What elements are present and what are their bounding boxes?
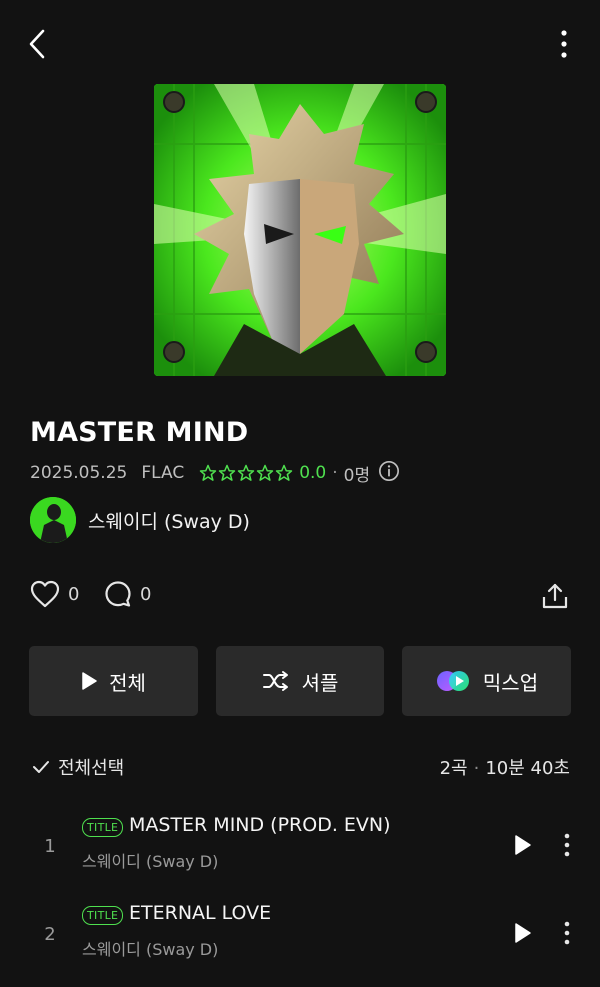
track-number: 2 (44, 924, 56, 945)
chevron-left-icon (29, 29, 45, 59)
select-all-button[interactable]: 전체선택 (32, 754, 124, 780)
track-artist: 스웨이디 (Sway D) (82, 940, 219, 959)
release-date: 2025.05.25 (30, 463, 128, 483)
track-more-button[interactable] (556, 919, 578, 947)
rating-value: 0.0 (299, 463, 327, 483)
select-all-label: 전체선택 (58, 758, 125, 779)
shuffle-icon (262, 671, 288, 691)
check-icon (33, 761, 49, 773)
title-track-badge: TITLE (82, 906, 124, 925)
vertical-dots-icon (564, 833, 570, 857)
album-title: MASTER MIND (30, 417, 249, 448)
track-more-button[interactable] (556, 831, 578, 859)
separator-dot: · (332, 463, 338, 483)
social-actions: 0 0 (30, 580, 570, 612)
play-icon (515, 835, 531, 855)
rating-stars[interactable] (199, 464, 293, 482)
heart-icon (30, 580, 60, 608)
like-button[interactable]: 0 (30, 580, 79, 608)
album-meta: 2025.05.25 FLAC 0.0 · 0명 (30, 460, 400, 486)
track-play-button[interactable] (510, 919, 536, 947)
comment-count: 0 (140, 583, 152, 605)
mixup-icon (436, 671, 469, 691)
mixup-button[interactable]: 믹스업 (402, 646, 571, 716)
play-all-label: 전체 (109, 670, 146, 695)
total-duration: 10분 40초 (485, 758, 570, 779)
rating-count: 0명 (343, 465, 371, 486)
track-count: 2곡 (439, 758, 468, 779)
comment-button[interactable]: 0 (104, 580, 151, 608)
shuffle-button[interactable]: 셔플 (216, 646, 384, 716)
star-icon (275, 464, 293, 481)
vertical-dots-icon (561, 30, 567, 58)
artist-avatar[interactable] (30, 497, 76, 543)
play-all-button[interactable]: 전체 (29, 646, 198, 716)
track-title: MASTER MIND (PROD. EVN) (129, 814, 391, 836)
shuffle-label: 셔플 (301, 670, 339, 695)
track-title: ETERNAL LOVE (129, 902, 272, 924)
share-upload-icon (542, 583, 568, 609)
star-icon (256, 464, 274, 481)
audio-format: FLAC (141, 463, 185, 483)
star-icon (199, 464, 217, 481)
comment-icon (105, 581, 131, 607)
track-row[interactable]: 2 TITLE ETERNAL LOVE 스웨이디 (Sway D) (0, 896, 600, 976)
info-icon (379, 460, 400, 481)
tracklist-summary: 2곡 · 10분 40초 (396, 754, 570, 780)
mixup-label: 믹스업 (482, 670, 539, 695)
back-button[interactable] (22, 28, 52, 60)
share-button[interactable] (540, 580, 570, 612)
vertical-dots-icon (564, 921, 570, 945)
track-row[interactable]: 1 TITLE MASTER MIND (PROD. EVN) 스웨이디 (Sw… (0, 808, 600, 888)
star-icon (218, 464, 236, 481)
separator-dot: · (473, 758, 480, 779)
play-icon (515, 923, 531, 943)
title-track-badge: TITLE (82, 818, 124, 837)
play-icon (82, 672, 97, 690)
track-play-button[interactable] (510, 831, 536, 859)
star-icon (237, 464, 255, 481)
like-count: 0 (68, 583, 80, 605)
info-button[interactable] (378, 460, 400, 487)
album-cover (154, 84, 446, 376)
track-artist: 스웨이디 (Sway D) (82, 852, 219, 871)
artist-name[interactable]: 스웨이디 (Sway D) (88, 507, 250, 534)
more-options-button[interactable] (550, 28, 578, 60)
track-number: 1 (44, 836, 56, 857)
